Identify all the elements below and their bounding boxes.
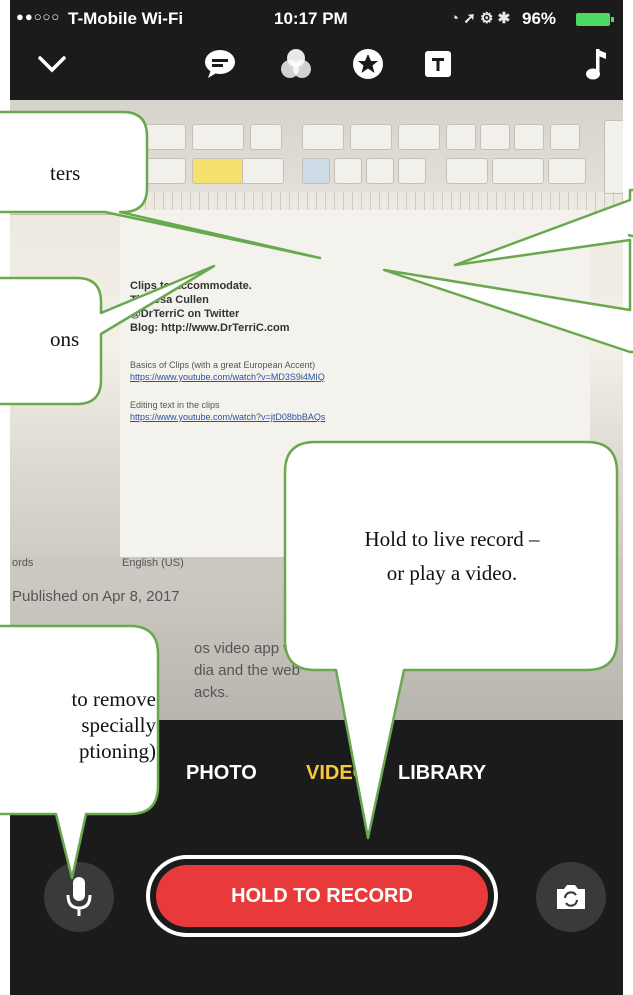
doc-line: @DrTerriC on Twitter [130, 308, 240, 320]
mode-library[interactable]: LIBRARY [398, 762, 486, 785]
doc-line: Clips to Accommodate. [130, 280, 252, 292]
mode-selector: PHOTO VIDEO LIBRARY [10, 762, 623, 792]
hold-to-record-button[interactable]: HOLD TO RECORD [146, 855, 498, 937]
background-text: Published on Apr 8, 2017 [12, 588, 180, 605]
doc-link: https://www.youtube.com/watch?v=MD3S9i4M… [130, 372, 325, 382]
background-text: dia and the web [194, 662, 300, 679]
top-toolbar [10, 38, 623, 100]
clock: 10:17 PM [274, 9, 348, 28]
mode-photo[interactable]: PHOTO [186, 762, 257, 785]
document-page: Clips to Accommodate. Theresa Cullen @Dr… [120, 210, 590, 570]
document-ribbon [10, 100, 623, 194]
doc-line: Blog: http://www.DrTerriC.com [130, 322, 290, 334]
star-icon[interactable] [348, 44, 388, 84]
background-text: acks. [194, 684, 230, 701]
doc-line: Theresa Cullen [130, 294, 209, 306]
status-bar: ●●○○○ T-Mobile Wi-Fi 10:17 PM ◔ ➚ ⚙ ✱ 96… [10, 0, 623, 38]
status-icons: ◔ ➚ ⚙ ✱ [450, 10, 511, 27]
flip-camera-button[interactable] [536, 862, 606, 932]
callout-record-text: Hold to live record – or play a video. [364, 527, 540, 585]
signal-indicator: ●●○○○ [16, 9, 61, 24]
doc-text: Editing text in the clips [130, 400, 220, 410]
music-note-icon[interactable] [576, 44, 616, 84]
speech-bubble-icon[interactable] [200, 44, 240, 84]
callout-filters-text: ters [50, 161, 81, 185]
callout-microphone-text: to remove specially ptioning) [71, 687, 156, 763]
background-text: os video app with [194, 640, 310, 657]
doc-text: Basics of Clips (with a great European A… [130, 360, 316, 370]
title-card-icon[interactable] [418, 44, 458, 84]
callout-buttons-text: ons [50, 327, 80, 351]
chevron-down-icon[interactable] [32, 44, 72, 84]
filters-icon[interactable] [276, 44, 316, 84]
battery-icon [576, 13, 614, 26]
camera-flip-icon [557, 885, 585, 909]
mode-video[interactable]: VIDEO [306, 762, 368, 785]
battery-percent: 96% [522, 9, 557, 28]
phone-screen: ●●○○○ T-Mobile Wi-Fi 10:17 PM ◔ ➚ ⚙ ✱ 96… [10, 0, 623, 995]
doc-link: https://www.youtube.com/watch?v=jtD08bbB… [130, 412, 326, 422]
microphone-button[interactable] [44, 862, 114, 932]
record-label: HOLD TO RECORD [156, 865, 488, 927]
camera-viewfinder[interactable]: Clips to Accommodate. Theresa Cullen @Dr… [10, 100, 623, 720]
microphone-icon [66, 877, 92, 916]
carrier-label: T-Mobile Wi-Fi [68, 9, 184, 28]
